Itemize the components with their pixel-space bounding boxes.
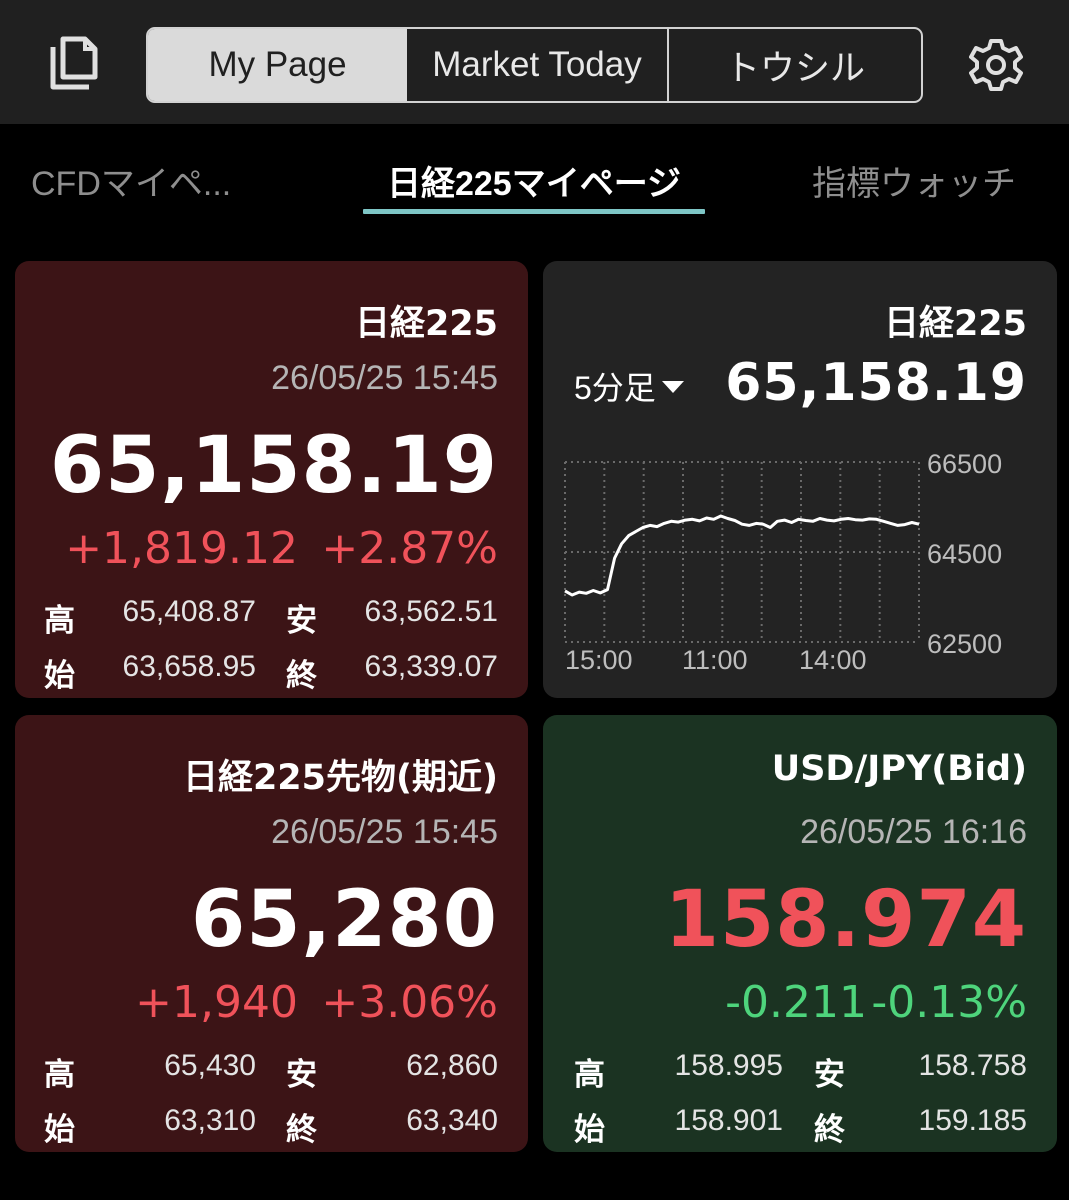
quote-change: -0.211	[725, 977, 867, 1028]
close-label: 終	[814, 1112, 845, 1148]
open-value: 63,658.95	[122, 650, 256, 683]
open-label: 始	[574, 1112, 605, 1148]
y-tick-label: 66500	[927, 449, 1002, 479]
y-tick-label: 62500	[927, 629, 1002, 659]
open-label: 始	[44, 658, 75, 694]
price-line-chart: 66500 64500 62500 15:00 11:00 14:00	[564, 449, 1002, 675]
low-value: 63,562.51	[364, 595, 498, 628]
gear-icon[interactable]	[963, 30, 1029, 100]
card-title: 日経225先物(期近)	[182, 758, 498, 798]
low-value: 158.758	[918, 1049, 1027, 1082]
high-value: 65,430	[164, 1049, 256, 1082]
low-label: 安	[286, 603, 317, 639]
copy-icon[interactable]	[34, 28, 110, 100]
close-value: 159.185	[918, 1104, 1027, 1137]
quote-price: 65,158.19	[49, 421, 498, 511]
quote-change-pct: +3.06%	[321, 977, 498, 1028]
quote-price: 65,280	[191, 875, 498, 965]
high-label: 高	[574, 1057, 605, 1093]
quote-change: +1,819.12	[65, 523, 298, 574]
tab-indicator-watch[interactable]: 指標ウォッチ	[812, 156, 1016, 216]
card-title: USD/JPY(Bid)	[771, 749, 1027, 789]
close-label: 終	[286, 1112, 317, 1148]
segment-my-page[interactable]: My Page	[148, 29, 407, 101]
card-title: 日経225	[354, 304, 498, 344]
top-bar: My Page Market Today トウシル	[0, 0, 1069, 124]
price-series-line	[564, 514, 920, 597]
close-value: 63,339.07	[364, 650, 498, 683]
high-label: 高	[44, 1057, 75, 1093]
quote-change-pct: -0.13%	[871, 977, 1027, 1028]
open-value: 158.901	[674, 1104, 783, 1137]
low-value: 62,860	[406, 1049, 498, 1082]
segment-toushiru[interactable]: トウシル	[669, 29, 921, 101]
tab-cfd-mypage[interactable]: CFDマイペ...	[31, 156, 231, 216]
open-value: 63,310	[164, 1104, 256, 1137]
nikkei225-futures-card[interactable]: 日経225先物(期近) 26/05/25 15:45 65,280 +1,940…	[15, 715, 528, 1152]
usdjpy-quote-card[interactable]: USD/JPY(Bid) 26/05/25 16:16 158.974 -0.2…	[543, 715, 1057, 1152]
quote-price: 158.974	[664, 875, 1027, 965]
high-value: 158.995	[674, 1049, 783, 1082]
quote-change-pct: +2.87%	[321, 523, 498, 574]
x-tick-label: 14:00	[799, 645, 867, 675]
high-label: 高	[44, 603, 75, 639]
page-segment-control: My Page Market Today トウシル	[146, 27, 923, 103]
open-label: 始	[44, 1112, 75, 1148]
x-tick-label: 15:00	[565, 645, 633, 675]
segment-market-today[interactable]: Market Today	[407, 29, 669, 101]
active-tab-indicator	[363, 209, 705, 214]
y-tick-label: 64500	[927, 539, 1002, 569]
close-value: 63,340	[406, 1104, 498, 1137]
high-value: 65,408.87	[122, 595, 256, 628]
tab-nikkei225-mypage[interactable]: 日経225マイページ	[363, 156, 705, 216]
quote-datetime: 26/05/25 16:16	[800, 813, 1027, 851]
x-tick-label: 11:00	[682, 645, 748, 675]
nikkei225-chart-card[interactable]: 日経225 5分足 65,158.19 66500 64500 62500 15:00…	[543, 261, 1057, 698]
low-label: 安	[814, 1057, 845, 1093]
low-label: 安	[286, 1057, 317, 1093]
quote-change: +1,940	[135, 977, 298, 1028]
close-label: 終	[286, 658, 317, 694]
nikkei225-quote-card[interactable]: 日経225 26/05/25 15:45 65,158.19 +1,819.12…	[15, 261, 528, 698]
quote-datetime: 26/05/25 15:45	[271, 813, 498, 851]
quote-datetime: 26/05/25 15:45	[271, 359, 498, 397]
